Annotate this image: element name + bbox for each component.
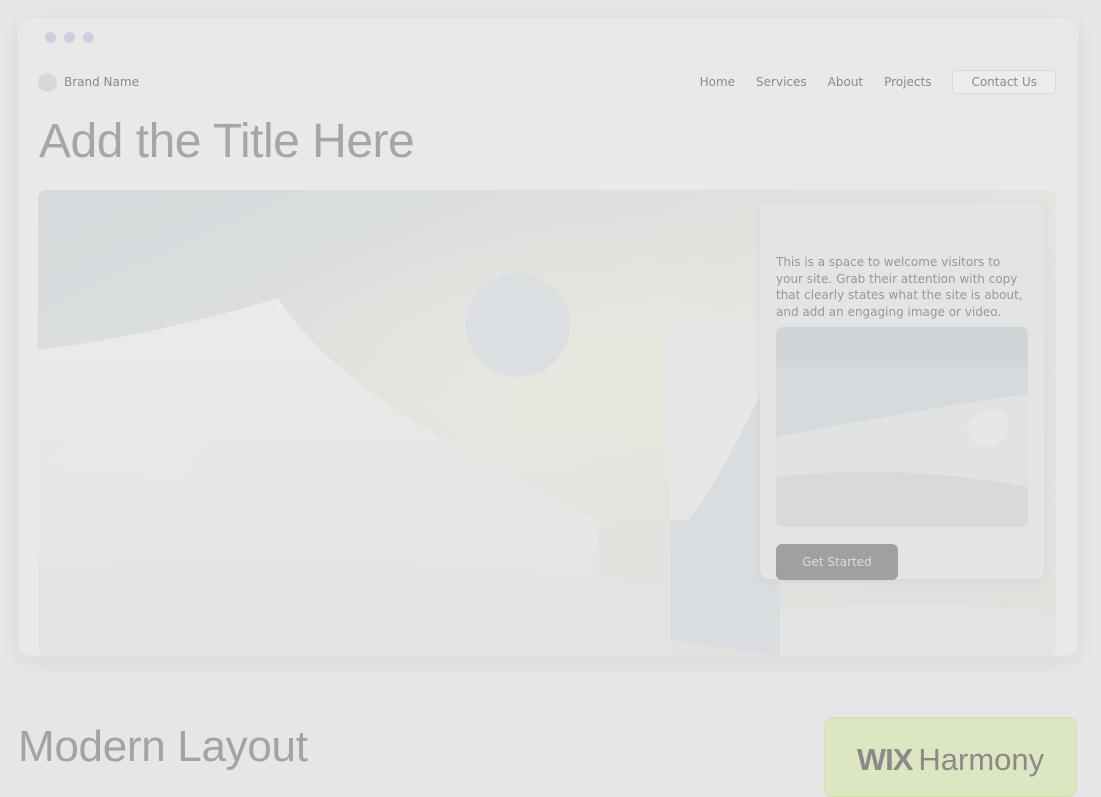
card-image [776,327,1028,527]
brand-name: Brand Name [64,75,139,89]
window-controls [45,32,94,43]
layout-caption: Modern Layout [18,722,308,771]
window-dot-minimize[interactable] [64,32,75,43]
nav-link-about[interactable]: About [828,75,863,89]
browser-window: Brand Name Home Services About Projects … [18,18,1078,656]
brand[interactable]: Brand Name [38,72,139,92]
welcome-text: This is a space to welcome visitors to y… [776,255,1023,319]
window-dot-close[interactable] [45,32,56,43]
nav-link-home[interactable]: Home [700,75,735,89]
page-title: Add the Title Here [39,115,415,168]
brand-logo-icon [38,72,57,92]
wix-logo-text: WIX [856,742,914,777]
card-landscape-illustration [776,327,1028,527]
welcome-card: This is a space to welcome visitors to y… [760,203,1044,580]
nav-link-projects[interactable]: Projects [884,75,931,89]
get-started-button[interactable]: Get Started [776,544,898,580]
nav-link-services[interactable]: Services [756,75,807,89]
site-header: Brand Name Home Services About Projects … [38,70,1056,94]
wix-harmony-badge: WIX Harmony [824,717,1077,797]
main-nav: Home Services About Projects Contact Us [700,70,1056,94]
harmony-text: Harmony [918,742,1045,777]
window-dot-maximize[interactable] [83,32,94,43]
contact-us-button[interactable]: Contact Us [952,70,1056,94]
